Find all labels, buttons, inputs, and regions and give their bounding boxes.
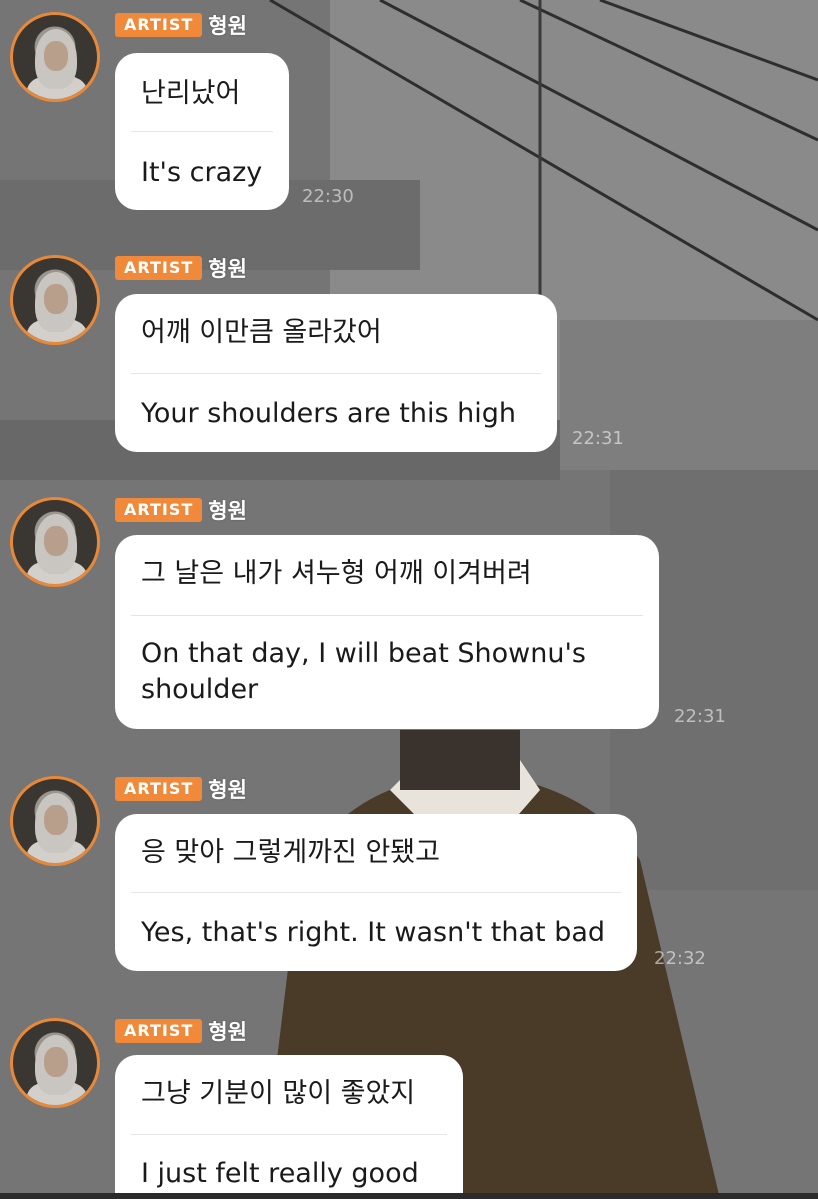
message-header: ARTIST 형원 — [115, 1019, 247, 1044]
message-translation-text: On that day, I will beat Shownu's should… — [141, 638, 586, 705]
message-original-text: 응 맞아 그렇게까진 안됐고 — [141, 837, 440, 868]
avatar-icon[interactable] — [10, 776, 100, 866]
sender-name: 형원 — [208, 499, 247, 523]
bottom-bar — [0, 1193, 818, 1199]
message-bubble[interactable]: 그 날은 내가 셔누형 어깨 이겨버려 On that day, I will … — [115, 535, 659, 729]
message-timestamp: 22:31 — [674, 706, 726, 727]
sender-name: 형원 — [208, 14, 247, 38]
artist-badge: ARTIST — [115, 1019, 203, 1043]
message-translation-text: Your shoulders are this high — [141, 398, 516, 429]
message-translation-text: Yes, that's right. It wasn't that bad — [141, 917, 606, 948]
message-header: ARTIST 형원 — [115, 498, 247, 523]
translation-divider — [131, 892, 621, 893]
message-header: ARTIST 형원 — [115, 256, 247, 281]
message-original-text: 어깨 이만큼 올라갔어 — [141, 317, 382, 348]
message-timestamp: 22:30 — [302, 186, 354, 207]
translation-divider — [131, 615, 643, 616]
message-bubble[interactable]: 응 맞아 그렇게까진 안됐고 Yes, that's right. It was… — [115, 814, 637, 971]
message-translation-text: It's crazy — [141, 157, 263, 188]
sender-name: 형원 — [208, 257, 247, 281]
avatar-icon[interactable] — [10, 1018, 100, 1108]
message-original-text: 그 날은 내가 셔누형 어깨 이겨버려 — [141, 558, 532, 589]
translation-divider — [131, 1134, 447, 1135]
message-translation-text: I just felt really good — [141, 1158, 419, 1189]
message-bubble[interactable]: 난리났어 It's crazy — [115, 53, 289, 210]
avatar-icon[interactable] — [10, 12, 100, 102]
artist-badge: ARTIST — [115, 777, 203, 801]
message-header: ARTIST 형원 — [115, 13, 247, 38]
message-timestamp: 22:32 — [654, 948, 706, 969]
avatar-icon[interactable] — [10, 255, 100, 345]
sender-name: 형원 — [208, 778, 247, 802]
avatar-icon[interactable] — [10, 497, 100, 587]
translation-divider — [131, 373, 541, 374]
message-original-text: 그냥 기분이 많이 좋았지 — [141, 1078, 416, 1109]
message-timestamp: 22:31 — [572, 428, 624, 449]
chat-message-list[interactable]: ARTIST 형원 난리났어 It's crazy 22:30 ARTIST 형… — [0, 0, 818, 1199]
sender-name: 형원 — [208, 1020, 247, 1044]
message-bubble[interactable]: 그냥 기분이 많이 좋았지 I just felt really good — [115, 1055, 463, 1199]
translation-divider — [131, 131, 273, 132]
message-bubble[interactable]: 어깨 이만큼 올라갔어 Your shoulders are this high — [115, 294, 557, 452]
message-original-text: 난리났어 — [141, 78, 241, 109]
message-header: ARTIST 형원 — [115, 777, 247, 802]
artist-badge: ARTIST — [115, 256, 203, 280]
artist-badge: ARTIST — [115, 13, 203, 37]
artist-badge: ARTIST — [115, 498, 203, 522]
